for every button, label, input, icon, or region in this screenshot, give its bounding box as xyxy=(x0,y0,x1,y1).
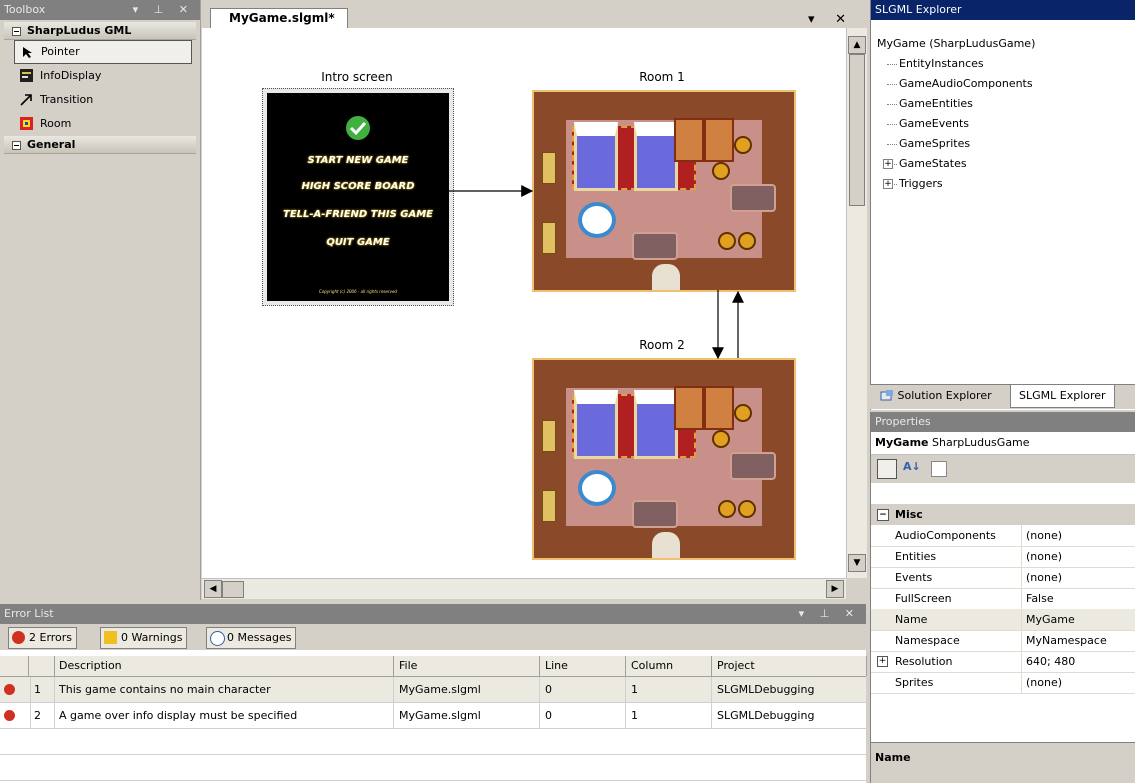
toolbox-item-room[interactable]: Room xyxy=(14,112,192,136)
error-row[interactable]: 1 This game contains no main character M… xyxy=(0,677,867,703)
explorer-titlebar: SLGML Explorer xyxy=(871,0,1135,20)
column-file[interactable]: File xyxy=(395,656,540,676)
toolbox-item-pointer[interactable]: Pointer xyxy=(14,40,192,64)
transition-arrow-icon xyxy=(20,94,32,106)
tree-item-gamesprites[interactable]: GameSprites xyxy=(877,134,1035,154)
column-column[interactable]: Column xyxy=(627,656,712,676)
categorized-icon[interactable] xyxy=(877,459,897,479)
alphabetical-sort-icon[interactable]: A↓ xyxy=(903,460,921,473)
warnings-filter-button[interactable]: 0 Warnings xyxy=(100,627,188,649)
tab-strip-controls[interactable]: ▾ ✕ xyxy=(808,12,854,27)
tree-item-gamestates[interactable]: + GameStates xyxy=(877,154,1035,174)
column-line[interactable]: Line xyxy=(541,656,626,676)
vertical-scroll-thumb[interactable] xyxy=(849,54,865,206)
messages-filter-button[interactable]: 0 Messages xyxy=(206,627,297,649)
infodisplay-icon xyxy=(20,69,33,82)
toolbox-item-infodisplay[interactable]: InfoDisplay xyxy=(14,64,192,88)
error-icon xyxy=(12,631,25,644)
properties-titlebar: Properties xyxy=(871,412,1135,432)
error-row[interactable]: 2 A game over info display must be speci… xyxy=(0,703,867,729)
document-tab-strip: MyGame.slgml* ▾ ✕ xyxy=(202,0,866,29)
toolbox-window-controls[interactable]: ▾ ⊥ ✕ xyxy=(133,0,194,20)
error-icon xyxy=(4,710,15,721)
scroll-down-icon[interactable]: ▼ xyxy=(848,554,866,572)
property-row[interactable]: Sprites (none) xyxy=(871,672,1135,694)
horizontal-scroll-thumb[interactable] xyxy=(222,581,244,598)
error-icon xyxy=(4,684,15,695)
room-icon xyxy=(20,117,33,130)
info-icon xyxy=(210,631,225,646)
error-list-toolbar: 2 Errors 0 Warnings 0 Messages xyxy=(0,624,866,650)
expand-plus-icon[interactable]: + xyxy=(883,159,893,169)
explorer-tab-strip: Solution Explorer SLGML Explorer xyxy=(870,384,1135,409)
tree-item-gameevents[interactable]: GameEvents xyxy=(877,114,1035,134)
tree-item-gameaudiocomponents[interactable]: GameAudioComponents xyxy=(877,74,1035,94)
property-row[interactable]: Events (none) xyxy=(871,567,1135,589)
solution-explorer-icon xyxy=(880,390,893,401)
properties-toolbar: A↓ xyxy=(871,455,1135,483)
expand-plus-icon[interactable]: + xyxy=(877,656,888,667)
column-description[interactable]: Description xyxy=(55,656,394,676)
tab-mygame-slgml[interactable]: MyGame.slgml* xyxy=(210,8,348,29)
scroll-right-icon[interactable]: ▶ xyxy=(826,580,844,598)
tree-item-gameentities[interactable]: GameEntities xyxy=(877,94,1035,114)
property-description-title: Name xyxy=(871,742,1135,783)
toolbox-group-general[interactable]: General xyxy=(4,136,196,154)
property-row[interactable]: FullScreen False xyxy=(871,588,1135,610)
canvas-horizontal-scrollbar[interactable]: ◀ ▶ xyxy=(202,578,846,599)
errors-filter-button[interactable]: 2 Errors xyxy=(8,627,78,649)
toolbox-item-transition[interactable]: Transition xyxy=(14,88,192,112)
properties-object-selector[interactable]: MyGame SharpLudusGame xyxy=(871,432,1135,455)
toolbox-panel: Toolbox ▾ ⊥ ✕ SharpLudus GML Pointer Inf… xyxy=(0,0,201,600)
toolbox-titlebar: Toolbox ▾ ⊥ ✕ xyxy=(0,0,200,20)
property-row[interactable]: Entities (none) xyxy=(871,546,1135,568)
toolbox-title: Toolbox xyxy=(4,3,46,16)
properties-panel: Properties MyGame SharpLudusGame A↓ − Mis… xyxy=(870,412,1135,783)
warning-icon xyxy=(104,631,117,644)
property-row-selected[interactable]: Name MyGame xyxy=(871,609,1135,631)
tree-root[interactable]: MyGame (SharpLudusGame) xyxy=(877,34,1035,54)
design-canvas[interactable]: Intro screen START NEW GAME HIGH SCORE B… xyxy=(202,28,846,578)
empty-row xyxy=(0,755,866,781)
scroll-left-icon[interactable]: ◀ xyxy=(204,580,222,598)
expand-plus-icon[interactable]: + xyxy=(883,179,893,189)
pointer-icon xyxy=(23,47,32,58)
property-row[interactable]: + Resolution 640; 480 xyxy=(871,651,1135,673)
toolbox-group-sharpludus[interactable]: SharpLudus GML xyxy=(4,22,196,40)
error-list-panel: Error List ▾ ⊥ ✕ 2 Errors 0 Warnings 0 M… xyxy=(0,604,867,783)
collapse-icon[interactable]: − xyxy=(877,509,889,521)
tab-solution-explorer[interactable]: Solution Explorer xyxy=(872,385,1000,407)
transition-arrows xyxy=(446,185,744,360)
empty-row xyxy=(0,729,866,755)
property-row[interactable]: AudioComponents (none) xyxy=(871,525,1135,547)
property-category-misc[interactable]: − Misc xyxy=(871,504,1135,525)
slgml-explorer-panel: SLGML Explorer MyGame (SharpLudusGame) E… xyxy=(870,0,1135,410)
collapse-icon xyxy=(12,26,21,36)
column-project[interactable]: Project xyxy=(713,656,867,676)
tab-slgml-explorer[interactable]: SLGML Explorer xyxy=(1010,385,1115,408)
property-pages-icon[interactable] xyxy=(931,461,947,477)
canvas-vertical-scrollbar[interactable]: ▲ ▼ xyxy=(846,28,867,578)
designer-editor: MyGame.slgml* ▾ ✕ Intro screen START NEW… xyxy=(202,0,867,602)
collapse-icon xyxy=(12,140,21,150)
scroll-up-icon[interactable]: ▲ xyxy=(848,36,866,54)
error-grid-header: Description File Line Column Project xyxy=(0,656,867,677)
property-row[interactable]: Namespace MyNamespace xyxy=(871,630,1135,652)
error-list-window-controls[interactable]: ▾ ⊥ ✕ xyxy=(799,604,860,624)
tree-item-entityinstances[interactable]: EntityInstances xyxy=(877,54,1035,74)
tree-item-triggers[interactable]: + Triggers xyxy=(877,174,1035,194)
explorer-tree[interactable]: MyGame (SharpLudusGame) EntityInstances … xyxy=(877,34,1035,194)
error-list-titlebar: Error List ▾ ⊥ ✕ xyxy=(0,604,866,624)
